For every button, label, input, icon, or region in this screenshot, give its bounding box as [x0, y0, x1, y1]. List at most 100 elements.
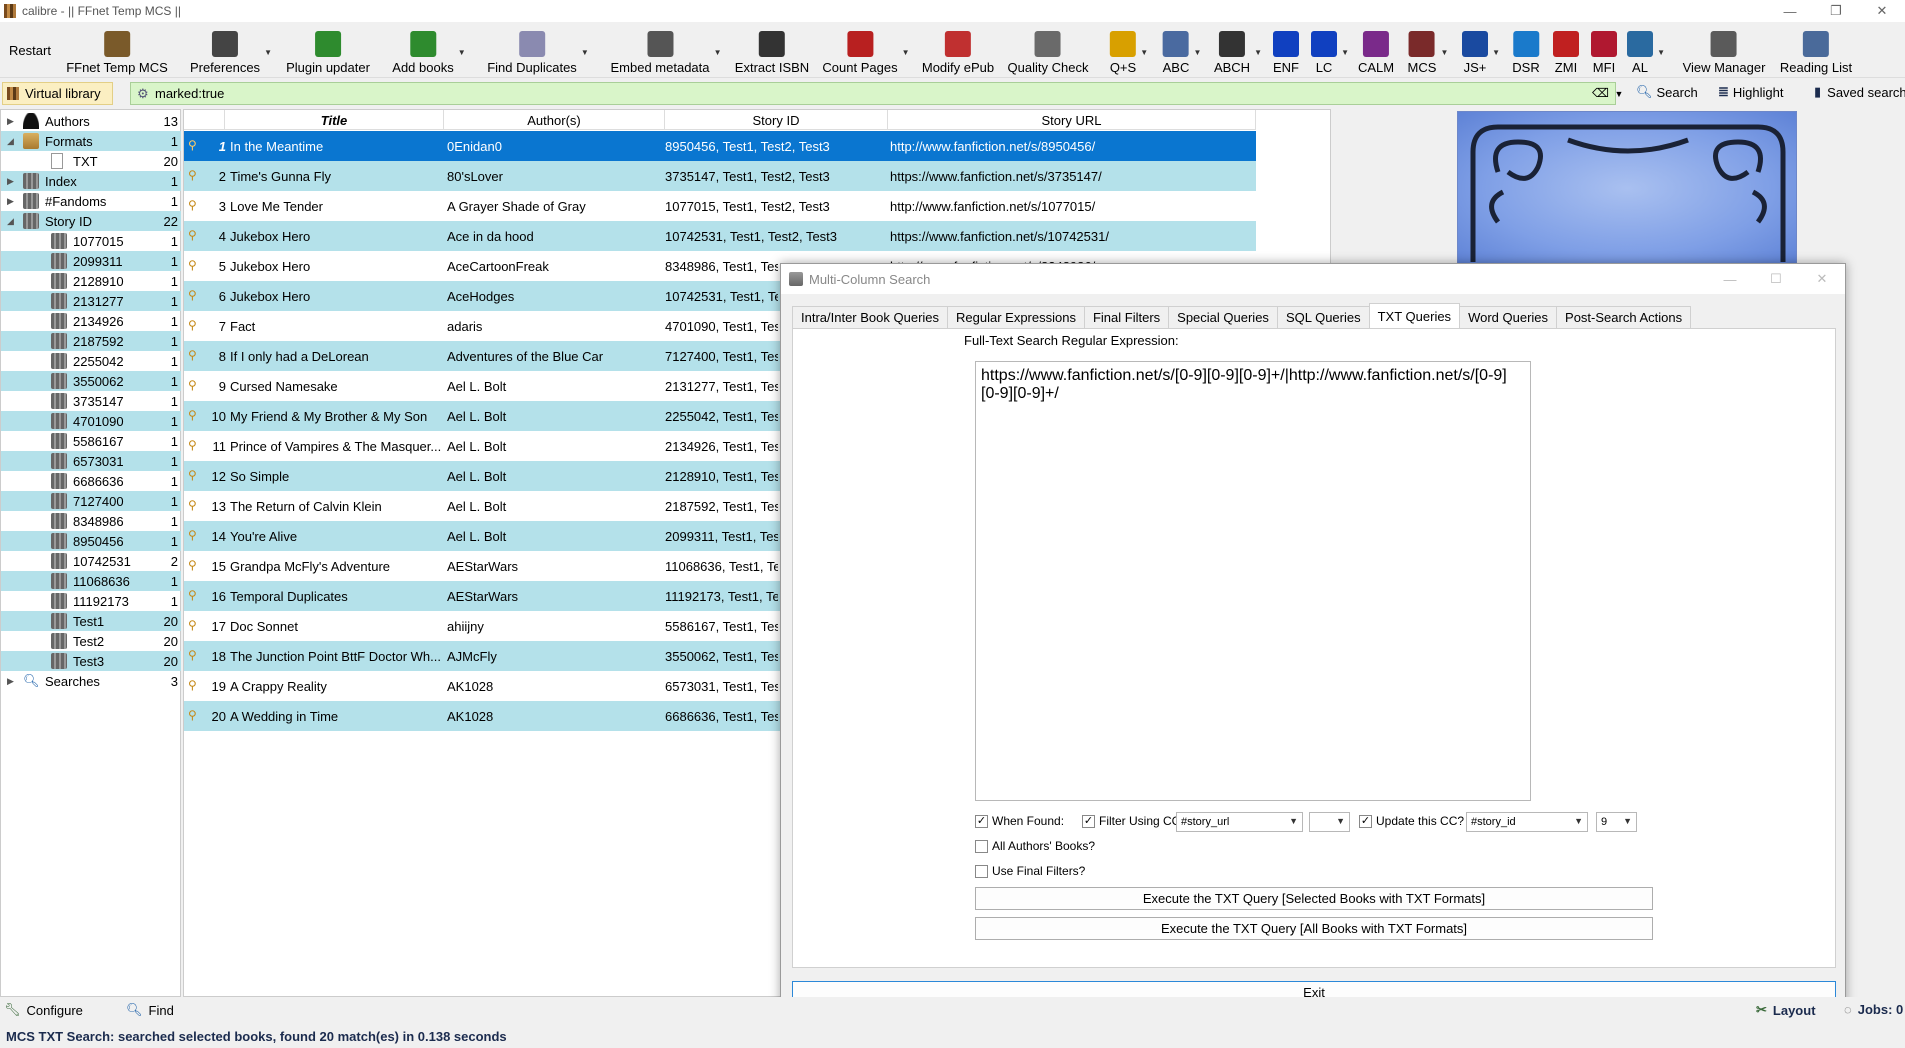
close-icon[interactable]: ✕	[1859, 0, 1905, 22]
tag-browser-item[interactable]: TXT 20	[1, 151, 181, 171]
toolbar-button-find-duplicates[interactable]: Find Duplicates ▼	[487, 22, 589, 78]
tab-txt-queries[interactable]: TXT Queries	[1368, 303, 1461, 328]
regex-textarea[interactable]: https://www.fanfiction.net/s/[0-9][0-9][…	[975, 361, 1531, 801]
toolbar-button-mfi[interactable]: MFI	[1591, 22, 1617, 78]
chevron-down-icon[interactable]: ▼	[458, 48, 466, 57]
chevron-down-icon[interactable]: ▼	[1140, 48, 1148, 57]
toolbar-button-lc[interactable]: LC ▼	[1311, 22, 1349, 78]
toolbar-button-enf[interactable]: ENF	[1273, 22, 1299, 78]
tag-browser-item[interactable]: 10742531 2	[1, 551, 181, 571]
tag-browser-item[interactable]: 1077015 1	[1, 231, 181, 251]
final-filters-checkbox[interactable]: Use Final Filters?	[975, 864, 1085, 878]
chevron-down-icon[interactable]: ▼	[264, 48, 272, 57]
chevron-down-icon[interactable]: ▼	[1193, 48, 1201, 57]
filter-cc-checkbox[interactable]: ✓ Filter Using CC?	[1082, 814, 1187, 828]
toolbar-button-ffnet-temp-mcs[interactable]: FFnet Temp MCS	[66, 22, 168, 78]
toolbar-button-mcs[interactable]: MCS ▼	[1408, 22, 1448, 78]
toolbar-button-restart[interactable]: Restart	[9, 22, 51, 78]
saved-search-button[interactable]: ▮ Saved search	[1814, 84, 1905, 100]
tag-browser-item[interactable]: 3550062 1	[1, 371, 181, 391]
gear-icon[interactable]: ⚙	[137, 86, 149, 102]
tag-browser-item[interactable]: 11068636 1	[1, 571, 181, 591]
tab-post-search-actions[interactable]: Post-Search Actions	[1556, 306, 1692, 328]
when-found-checkbox[interactable]: ✓ When Found:	[975, 814, 1064, 828]
chevron-right-icon[interactable]: ▶	[7, 196, 14, 207]
tag-browser-item[interactable]: 2134926 1	[1, 311, 181, 331]
final-filters-check[interactable]	[975, 864, 988, 878]
chevron-right-icon[interactable]: ▶	[7, 176, 14, 187]
virtual-library-button[interactable]: Virtual library	[2, 82, 113, 105]
header-authors[interactable]: Author(s)	[444, 110, 665, 130]
update-cc-combo[interactable]: #story_id ▼	[1466, 812, 1588, 832]
jobs-indicator[interactable]: ◌ Jobs: 0	[1844, 1002, 1903, 1017]
tab-word-queries[interactable]: Word Queries	[1459, 306, 1558, 328]
update-cc-check[interactable]: ✓	[1359, 814, 1372, 828]
highlight-button[interactable]: ≣ Highlight	[1718, 84, 1784, 100]
tag-browser-item[interactable]: Test3 20	[1, 651, 181, 671]
dialog-close-icon[interactable]: ✕	[1799, 264, 1845, 294]
chevron-down-icon[interactable]: ◢	[7, 136, 14, 147]
tag-browser-item[interactable]: 4701090 1	[1, 411, 181, 431]
tab-intra-inter-book-queries[interactable]: Intra/Inter Book Queries	[792, 306, 949, 328]
header-story-id[interactable]: Story ID	[665, 110, 888, 130]
toolbar-button-al[interactable]: AL ▼	[1627, 22, 1665, 78]
search-input[interactable]: ⚙ marked:true ⌫	[130, 82, 1616, 105]
toolbar-button-js-[interactable]: JS+ ▼	[1462, 22, 1500, 78]
find-button[interactable]: 🔍︎ Find	[126, 1002, 174, 1018]
count-combo[interactable]: 9 ▼	[1596, 812, 1637, 832]
toolbar-button-modify-epub[interactable]: Modify ePub	[922, 22, 994, 78]
toolbar-button-abch[interactable]: ABCH ▼	[1214, 22, 1262, 78]
when-found-check[interactable]: ✓	[975, 814, 988, 828]
tag-browser-item[interactable]: 2255042 1	[1, 351, 181, 371]
toolbar-button-embed-metadata[interactable]: Embed metadata ▼	[610, 22, 722, 78]
tag-browser-item[interactable]: 5586167 1	[1, 431, 181, 451]
tag-browser-item[interactable]: 11192173 1	[1, 591, 181, 611]
toolbar-button-extract-isbn[interactable]: Extract ISBN	[735, 22, 809, 78]
restore-icon[interactable]: ❐	[1813, 0, 1859, 22]
toolbar-button-quality-check[interactable]: Quality Check	[1008, 22, 1088, 78]
tag-browser-item[interactable]: ▶ 🔍︎ Searches 3	[1, 671, 181, 691]
chevron-down-icon[interactable]: ▼	[1254, 48, 1262, 57]
execute-all-button[interactable]: Execute the TXT Query [All Books with TX…	[975, 917, 1653, 940]
toolbar-button-count-pages[interactable]: Count Pages ▼	[822, 22, 910, 78]
chevron-down-icon[interactable]: ◢	[7, 216, 14, 227]
tag-browser-item[interactable]: 6686636 1	[1, 471, 181, 491]
toolbar-button-view-manager[interactable]: View Manager	[1683, 22, 1765, 78]
table-row[interactable]: ⚲ 4 Jukebox Hero Ace in da hood 10742531, Te…	[184, 221, 1256, 251]
tag-browser-item[interactable]: 2128910 1	[1, 271, 181, 291]
tab-special-queries[interactable]: Special Queries	[1168, 306, 1278, 328]
toolbar-button-calm[interactable]: CALM	[1358, 22, 1394, 78]
chevron-down-icon[interactable]: ▼	[581, 48, 589, 57]
toolbar-button-abc[interactable]: ABC ▼	[1163, 22, 1201, 78]
minimize-icon[interactable]: —	[1767, 0, 1813, 22]
header-title[interactable]: Title	[225, 110, 444, 130]
chevron-down-icon[interactable]: ▼	[714, 48, 722, 57]
tag-browser-item[interactable]: 6573031 1	[1, 451, 181, 471]
book-cover-image[interactable]	[1457, 111, 1797, 266]
blank-combo[interactable]: ▼	[1309, 812, 1350, 832]
toolbar-button-add-books[interactable]: Add books ▼	[392, 22, 466, 78]
tag-browser-item[interactable]: 2099311 1	[1, 251, 181, 271]
layout-button[interactable]: ✂ Layout	[1756, 1002, 1816, 1018]
chevron-right-icon[interactable]: ▶	[7, 116, 14, 127]
toolbar-button-q-s[interactable]: Q+S ▼	[1110, 22, 1148, 78]
chevron-right-icon[interactable]: ▶	[7, 676, 14, 687]
tag-browser-item[interactable]: ▶ Authors 13	[1, 111, 181, 131]
tag-browser-item[interactable]: Test1 20	[1, 611, 181, 631]
update-cc-checkbox[interactable]: ✓ Update this CC?	[1359, 814, 1464, 828]
tag-browser-item[interactable]: Test2 20	[1, 631, 181, 651]
table-row[interactable]: ⚲ 2 Time's Gunna Fly 80'sLover 3735147, Test…	[184, 161, 1256, 191]
filter-cc-combo[interactable]: #story_url ▼	[1176, 812, 1303, 832]
tag-browser-item[interactable]: ◢ Story ID 22	[1, 211, 181, 231]
toolbar-button-plugin-updater[interactable]: Plugin updater	[286, 22, 370, 78]
tab-final-filters[interactable]: Final Filters	[1083, 306, 1170, 328]
search-history-dropdown[interactable]: ▼	[1610, 82, 1628, 105]
toolbar-button-preferences[interactable]: Preferences ▼	[190, 22, 272, 78]
tab-sql-queries[interactable]: SQL Queries	[1276, 306, 1370, 328]
chevron-down-icon[interactable]: ▼	[1492, 48, 1500, 57]
table-row[interactable]: ⚲ 3 Love Me Tender A Grayer Shade of Gray 10…	[184, 191, 1256, 221]
tab-regular-expressions[interactable]: Regular Expressions	[947, 306, 1085, 328]
dialog-minimize-icon[interactable]: —	[1707, 264, 1753, 294]
search-button[interactable]: 🔍︎ Search	[1636, 84, 1698, 100]
tag-browser-item[interactable]: 2131277 1	[1, 291, 181, 311]
